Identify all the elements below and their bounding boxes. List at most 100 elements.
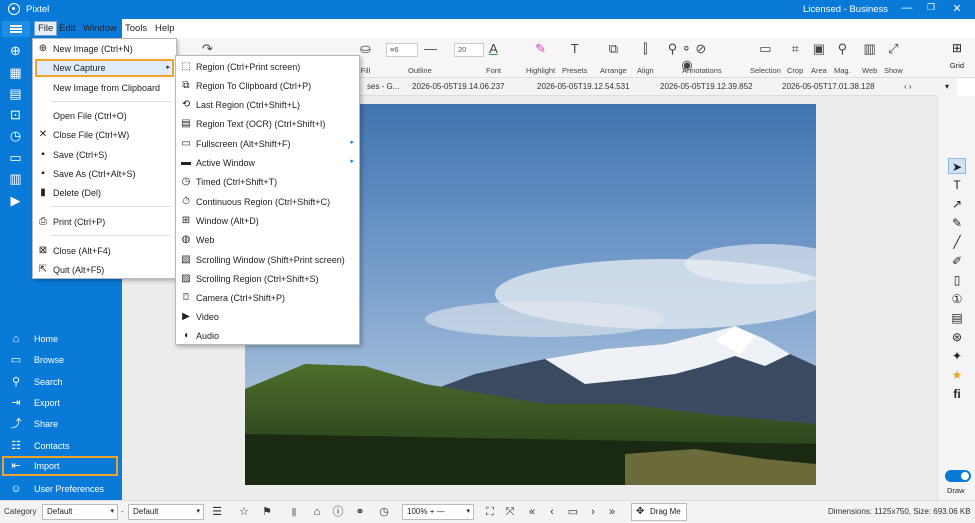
menu-edit[interactable]: Edit [59,23,75,34]
menu-item-new-capture[interactable]: New Capture ▸ [35,59,174,77]
menu-tools[interactable]: Tools [125,23,147,34]
bookmark-icon[interactable]: ▮ [287,504,301,520]
sparkle-tool-icon[interactable]: ✦ [948,348,966,364]
magnifier-button[interactable]: ⚲ Mag. [834,41,851,75]
page-icon[interactable]: ▭ [566,504,580,520]
menu-window[interactable]: Window [83,23,117,34]
menu-item-print[interactable]: ⎙ Print (Ctrl+P) [35,213,174,231]
menu-item-region-text-ocr[interactable]: ▤ Region Text (OCR) (Ctrl+Shift+I) [177,114,359,133]
highlight-button[interactable]: ✎ Highlight [526,41,555,75]
last-page-icon[interactable]: » [605,504,619,520]
font-button[interactable]: A Font [486,41,501,75]
line-tool-icon[interactable]: ╱ [948,234,966,250]
window-icon[interactable]: ▭ [8,150,23,165]
next-page-icon[interactable]: › [586,504,600,520]
first-page-icon[interactable]: « [525,504,539,520]
link-icon[interactable]: ⚭ [353,504,367,520]
stamp-tool-icon[interactable]: ⊛ [948,329,966,345]
capture-icon[interactable]: ▦ [8,65,23,80]
menu-item-scrolling-region[interactable]: ▨ Scrolling Region (Ctrl+Shift+S) [177,269,359,288]
tab-item[interactable]: 2026-05-05T19.12.54.531 [537,82,630,91]
tag-icon[interactable]: ⌂ [310,504,324,520]
expand-icon[interactable]: ⤧ [503,504,517,520]
pointer-icon[interactable]: ➤ [948,158,966,174]
menu-item-camera[interactable]: ⌼ Camera (Ctrl+Shift+P) [177,288,359,307]
menu-item-close-file[interactable]: ✕ Close File (Ctrl+W) [35,126,174,144]
menu-item-web[interactable]: ◍ Web [177,230,359,249]
menu-item-save-as[interactable]: ▪ Save As (Ctrl+Alt+S) [35,165,174,183]
crop-button[interactable]: ⌗ Crop [787,41,803,75]
video-camera-icon[interactable]: ▶ [8,193,23,208]
web-button[interactable]: ▥ Web [862,41,877,75]
sidebar-item-browse[interactable]: ▭ Browse [0,350,122,370]
menu-item-save[interactable]: ▪ Save (Ctrl+S) [35,146,174,164]
pen-tool-icon[interactable]: ✎ [948,215,966,231]
sidebar-item-share[interactable]: ⤴ Share [0,414,122,434]
menu-item-region-to-clipboard[interactable]: ⧉ Region To Clipboard (Ctrl+P) [177,76,359,95]
menu-item-audio[interactable]: ◖ Audio [177,326,359,345]
sticker-tool-icon[interactable]: ▤ [948,310,966,326]
frame-icon[interactable]: ⊡ [8,107,23,122]
tab-scroll-icon[interactable]: ‹ › [904,82,912,91]
sidebar-item-import[interactable]: ⇤ Import [2,456,118,476]
history-icon[interactable]: ◷ [377,504,391,520]
menu-item-close[interactable]: ⊠ Close (Alt+F4) [35,242,174,260]
tab-item[interactable]: 2026-05-05T17.01.38.128 [782,82,875,91]
timer-icon[interactable]: ◷ [8,128,23,143]
draw-toggle[interactable] [945,470,971,482]
sidebar-item-user-preferences[interactable]: ☺ User Preferences [0,479,122,499]
menu-item-timed[interactable]: ◷ Timed (Ctrl+Shift+T) [177,172,359,191]
marker-tool-icon[interactable]: ✐ [948,253,966,269]
note-tool-icon[interactable]: ▯ [948,272,966,288]
menu-item-fullscreen[interactable]: ▭ Fullscreen (Alt+Shift+F) ▸ [177,134,359,153]
menu-item-quit[interactable]: ⇱ Quit (Alt+F5) [35,261,174,279]
menu-item-active-window[interactable]: ▬ Active Window ▸ [177,153,359,172]
panel-icon[interactable]: ▥ [8,171,23,186]
drag-me-button[interactable]: ✥ Drag Me [631,503,687,521]
info-icon[interactable]: ⓘ [331,504,345,520]
arrow-tool-icon[interactable]: ↗ [948,196,966,212]
selection-button[interactable]: ▭ Selection [750,41,781,75]
tab-item[interactable]: 2026-05-05T19.12.39.852 [660,82,753,91]
fit-icon[interactable]: ⛶ [483,504,497,520]
font-size-select[interactable]: 20 [454,43,484,57]
menu-item-scrolling-window[interactable]: ▧ Scrolling Window (Shift+Print screen) [177,250,359,269]
presets-button[interactable]: T Presets [562,41,587,75]
hamburger-menu-icon[interactable] [2,21,30,37]
grid-button[interactable]: ⊞ Grid [945,41,969,70]
counter-tool-icon[interactable]: ① [948,291,966,307]
document-icon[interactable]: ▤ [8,86,23,101]
tab-overflow-button[interactable]: ▾ [937,78,957,96]
show-button[interactable]: ⤢ Show [884,41,903,75]
notes-icon[interactable]: ☰ [210,504,224,520]
menu-item-delete[interactable]: ▮ Delete (Del) [35,184,174,202]
sidebar-item-search[interactable]: ⚲ Search [0,372,122,392]
menu-item-video[interactable]: ▶ Video [177,307,359,326]
menu-file[interactable]: File [34,21,58,36]
secondary-select[interactable]: Default ▾ [128,504,204,520]
sidebar-item-home[interactable]: ⌂ Home [0,329,122,349]
minimize-button[interactable]: — [900,2,914,14]
maximize-button[interactable]: ❐ [924,2,938,13]
add-circle-icon[interactable]: ⊕ [8,43,23,58]
menu-item-region[interactable]: ⬚ Region (Ctrl+Print screen) [177,57,359,76]
menu-item-new-image[interactable]: ⊕ New Image (Ctrl+N) [35,40,174,58]
close-window-button[interactable]: ✕ [950,2,964,15]
prev-page-icon[interactable]: ‹ [545,504,559,520]
fill-button[interactable]: ⛀ Fill [360,41,371,75]
tab-item[interactable]: 2026-05-05T19.14.06.237 [412,82,505,91]
menu-help[interactable]: Help [155,23,175,34]
menu-item-last-region[interactable]: ⟲ Last Region (Ctrl+Shift+L) [177,95,359,114]
tab-item[interactable]: ses - G... [367,82,399,91]
star-tool-icon[interactable]: ★ [948,367,966,383]
text-tool-icon[interactable]: T [948,177,966,193]
arrange-button[interactable]: ⧉ Arrange [600,41,627,75]
star-icon[interactable]: ☆ [237,504,251,520]
menu-item-continuous-region[interactable]: ⏱ Continuous Region (Ctrl+Shift+C) [177,192,359,211]
zoom-control[interactable]: 100% + — ▾ [402,504,474,520]
menu-item-window[interactable]: ⊞ Window (Alt+D) [177,211,359,230]
category-select[interactable]: Default ▾ [42,504,118,520]
menu-item-new-from-clipboard[interactable]: New Image from Clipboard [35,79,174,97]
align-button[interactable]: ⫿ Align [637,41,654,75]
menu-item-open-file[interactable]: Open File (Ctrl+O) [35,107,174,125]
